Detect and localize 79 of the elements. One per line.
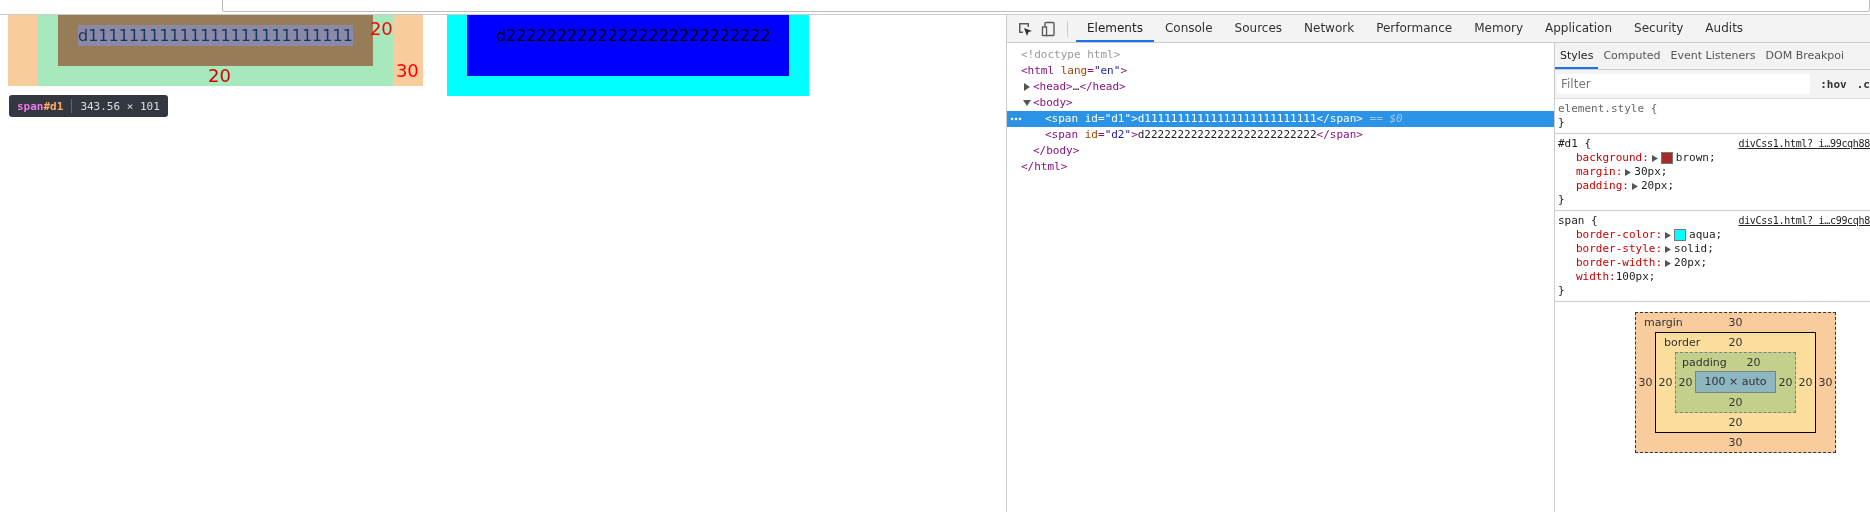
expand-arrow-icon[interactable] xyxy=(1665,259,1672,267)
property-name: border-style: xyxy=(1576,242,1663,256)
box-value: 20 xyxy=(1677,375,1694,389)
box-value: 30 xyxy=(1727,435,1744,451)
box-value: 20 xyxy=(1728,336,1743,349)
property-name: padding: xyxy=(1576,179,1629,193)
css-selector: span { xyxy=(1558,214,1598,228)
devtools-tab[interactable]: Console xyxy=(1153,15,1224,42)
box-value: 30 xyxy=(1637,376,1654,389)
property-value: solid; xyxy=(1674,242,1714,256)
css-selector: element.style { xyxy=(1558,102,1658,116)
devtools-tab[interactable]: Application xyxy=(1534,15,1624,42)
devtools-tab[interactable]: Elements xyxy=(1076,15,1154,42)
source-link[interactable]: divCss1.html? i…c99cqh8 xyxy=(1738,214,1870,228)
box-label: padding xyxy=(1682,355,1727,371)
dom-node-line[interactable]: <head>…</head> xyxy=(1033,79,1126,95)
sidebar-tab[interactable]: DOM Breakpoi xyxy=(1760,43,1850,69)
expand-arrow-icon[interactable] xyxy=(1665,245,1672,253)
annotation-label: 20 xyxy=(208,66,231,86)
property-name: border-color: xyxy=(1576,228,1663,242)
property-value: 20px; xyxy=(1674,256,1708,270)
source-link[interactable]: divCss1.html? i…99cqh88 xyxy=(1738,137,1870,151)
filter-field[interactable]: Filter xyxy=(1557,74,1811,94)
property-value: brown; xyxy=(1675,151,1716,165)
dom-node-line[interactable]: <body> xyxy=(1033,95,1073,111)
annotation-label: 20 xyxy=(369,19,393,39)
property-name: background: xyxy=(1576,151,1649,165)
devtools-tab[interactable]: Security xyxy=(1623,15,1695,42)
closing-brace: } xyxy=(1558,193,1566,207)
box-value: 30 xyxy=(1728,316,1743,329)
expand-arrow-icon[interactable] xyxy=(1632,182,1638,190)
toggle-button[interactable]: :hov xyxy=(1810,77,1847,91)
annotation-label: 30 xyxy=(395,61,419,81)
box-value: 30 xyxy=(1817,376,1834,389)
css-selector: #d1 { xyxy=(1558,137,1592,151)
color-swatch[interactable] xyxy=(1660,152,1673,164)
property-name: border-width: xyxy=(1576,256,1663,270)
content-box: 100 × auto xyxy=(1695,371,1776,393)
expand-arrow-icon[interactable] xyxy=(1023,83,1031,91)
property-value: 20px; xyxy=(1641,179,1675,193)
tooltip-size: 343.56 × 101 xyxy=(80,99,160,113)
closing-brace: } xyxy=(1558,116,1566,130)
more-icon[interactable] xyxy=(1010,117,1022,121)
sidebar-tab[interactable]: Event Listeners xyxy=(1665,43,1761,69)
dom-node-line[interactable]: </body> xyxy=(1033,143,1080,159)
property-name: margin: xyxy=(1576,165,1623,179)
property-value: aqua; xyxy=(1689,228,1723,242)
devtools-tab[interactable]: Performance xyxy=(1365,15,1464,42)
box-value: 20 xyxy=(1727,415,1744,431)
devtools-tab[interactable]: Network xyxy=(1293,15,1366,42)
box-value: 20 xyxy=(1797,376,1814,389)
dom-node-line[interactable]: <html lang="en"> xyxy=(1021,63,1127,79)
devtools-tab[interactable]: Sources xyxy=(1223,15,1294,42)
box-value: 20 xyxy=(1727,395,1744,411)
dom-node-line[interactable]: </html> xyxy=(1021,159,1068,175)
expand-arrow-icon[interactable] xyxy=(1625,168,1632,176)
color-swatch[interactable] xyxy=(1674,229,1687,241)
collapse-arrow-icon[interactable] xyxy=(1023,99,1031,107)
device-icon[interactable] xyxy=(1041,20,1057,37)
box-value: 20 xyxy=(1777,375,1794,389)
property-value: 30px; xyxy=(1634,165,1668,179)
dom-node-line[interactable]: <span id="d2">d22222222222222222222222222</span> xyxy=(1045,127,1363,143)
box-label: margin xyxy=(1644,315,1683,331)
span-text: d22222222222222222222222222 xyxy=(495,25,772,46)
box-value: 20 xyxy=(1657,376,1674,389)
devtools-tab[interactable]: Audits xyxy=(1694,15,1755,42)
devtools-tab[interactable]: Memory xyxy=(1463,15,1534,42)
expand-arrow-icon[interactable] xyxy=(1665,231,1672,239)
sidebar-tab[interactable]: Computed xyxy=(1598,43,1666,69)
property-name: width: xyxy=(1576,270,1616,284)
inspect-icon[interactable] xyxy=(1017,20,1033,37)
closing-brace: } xyxy=(1558,284,1566,298)
property-value: 100px; xyxy=(1615,270,1656,284)
box-label: border xyxy=(1664,335,1701,351)
toggle-button[interactable]: .c xyxy=(1846,77,1870,91)
tooltip-id: #d1 xyxy=(43,99,64,113)
expand-arrow-icon[interactable] xyxy=(1651,154,1658,162)
span-text: d11111111111111111111111111 xyxy=(78,25,353,46)
tooltip-tag: span xyxy=(17,99,44,113)
